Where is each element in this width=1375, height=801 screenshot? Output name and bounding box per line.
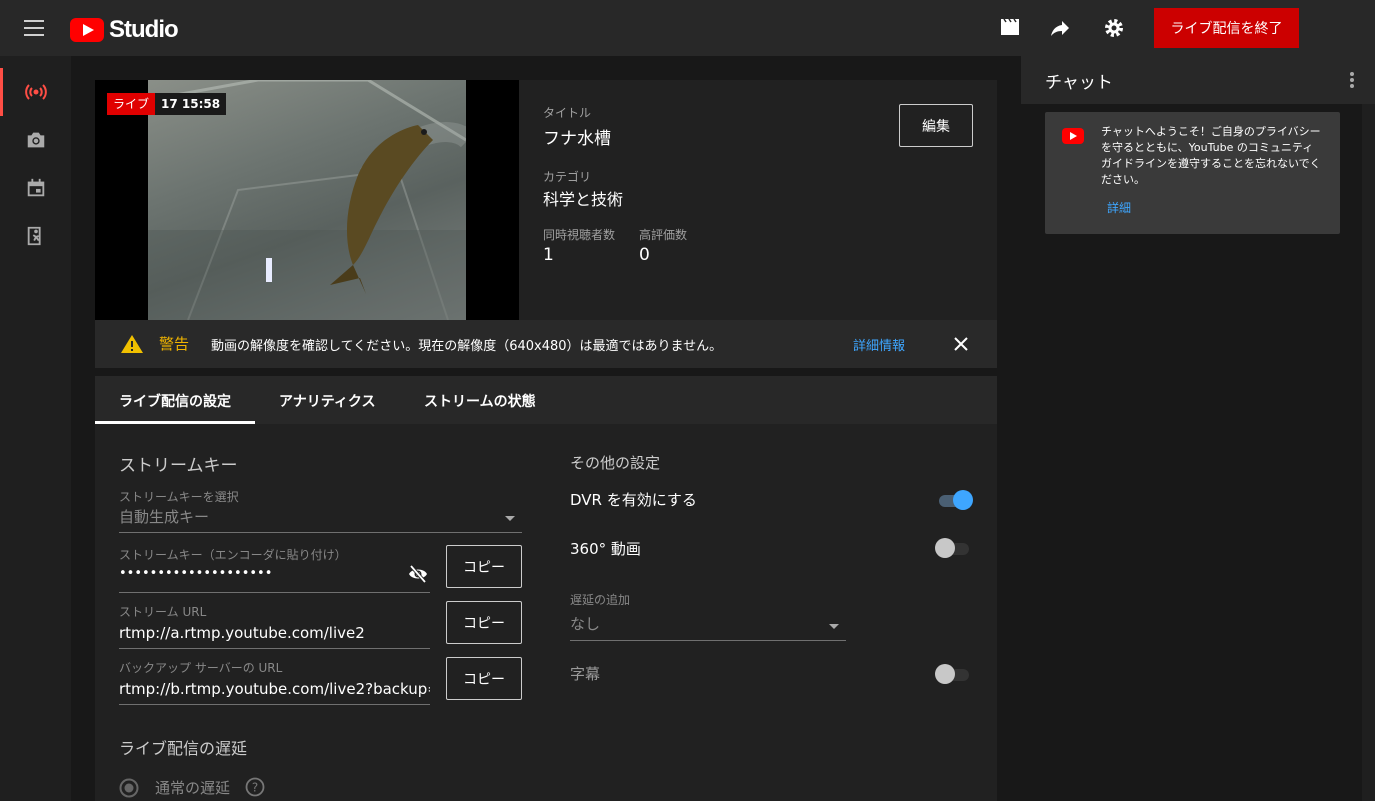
backup-url-label: バックアップ サーバーの URL (119, 661, 283, 675)
chat-welcome-text: チャットへようこそ！ご自身のプライバシーを守るとともに、YouTube のコミュ… (1101, 125, 1321, 186)
share-icon[interactable] (1048, 16, 1072, 40)
logo-text: Studio (109, 16, 179, 43)
more-options-icon[interactable] (1350, 72, 1354, 88)
copy-key-button[interactable]: コピー (446, 545, 522, 588)
clapperboard-icon[interactable] (998, 16, 1022, 40)
delay-underline (570, 640, 846, 641)
likes-count: 0 (639, 245, 650, 265)
stream-title: フナ水槽 (543, 129, 611, 149)
edit-button[interactable]: 編集 (899, 104, 973, 147)
nav-schedule[interactable] (0, 164, 71, 212)
warning-title: 警告 (159, 335, 190, 353)
video-360-toggle[interactable] (935, 536, 971, 560)
youtube-icon (1062, 128, 1084, 144)
nav-manage[interactable] (0, 212, 71, 260)
category-label: カテゴリ (543, 170, 592, 184)
warning-details-link[interactable]: 詳細情報 (853, 335, 905, 354)
video-frame (147, 80, 476, 320)
live-time: 17 15:58 (155, 93, 227, 115)
backup-underline (119, 704, 430, 705)
title-label: タイトル (543, 106, 592, 120)
fish-image (147, 80, 476, 320)
tab-analytics[interactable]: アナリティクス (279, 391, 375, 411)
chevron-down-icon[interactable] (505, 516, 515, 521)
gear-icon[interactable] (1102, 16, 1126, 40)
calendar-icon (27, 178, 44, 197)
captions-label: 字幕 (570, 665, 601, 683)
live-badge: ライブ 17 15:58 (107, 93, 227, 115)
chat-details-link[interactable]: 詳細 (1107, 199, 1131, 216)
other-settings-title: その他の設定 (570, 454, 661, 472)
latency-normal-radio[interactable] (119, 778, 139, 798)
stream-key-select-label: ストリームキーを選択 (119, 490, 239, 504)
warning-text: 動画の解像度を確認してください。現在の解像度（640x480）は最適ではありませ… (211, 339, 723, 354)
video-preview[interactable] (95, 80, 519, 320)
stream-key-label: ストリームキー（エンコーダに貼り付け） (119, 548, 347, 562)
dvr-label: DVR を有効にする (570, 491, 697, 509)
studio-logo[interactable]: Studio (70, 16, 179, 44)
viewers-label: 同時視聴者数 (543, 228, 616, 242)
stream-url-label: ストリーム URL (119, 605, 207, 619)
chat-title: チャット (1045, 73, 1113, 93)
active-tab-indicator (95, 421, 255, 424)
stream-url-field[interactable]: rtmp://a.rtmp.youtube.com/live2 (119, 624, 430, 642)
nav-live-stream[interactable] (0, 68, 71, 116)
latency-normal-label: 通常の遅延 (155, 779, 231, 797)
exit-door-icon (27, 226, 41, 246)
chat-scrollbar[interactable] (1362, 104, 1375, 801)
menu-icon[interactable] (24, 20, 44, 36)
key-underline (119, 592, 430, 593)
latency-section-title: ライブ配信の遅延 (119, 739, 248, 758)
stream-key-section-title: ストリームキー (119, 456, 238, 476)
stream-key-select[interactable]: 自動生成キー (119, 506, 499, 527)
chevron-down-icon[interactable] (829, 624, 839, 629)
warning-icon (121, 335, 143, 353)
delay-select[interactable]: なし (570, 613, 810, 634)
copy-url-button[interactable]: コピー (446, 601, 522, 644)
url-underline (119, 648, 430, 649)
copy-backup-button[interactable]: コピー (446, 657, 522, 700)
viewers-count: 1 (543, 245, 554, 265)
youtube-play-icon (70, 18, 104, 42)
tab-stream-health[interactable]: ストリームの状態 (424, 391, 536, 411)
svg-text:?: ? (252, 781, 258, 795)
video-360-label: 360° 動画 (570, 540, 641, 558)
stream-category: 科学と技術 (543, 190, 624, 209)
dvr-toggle[interactable] (937, 488, 973, 512)
live-label: ライブ (107, 93, 156, 115)
live-broadcast-icon (24, 84, 47, 100)
help-icon[interactable]: ? (245, 777, 265, 797)
close-icon[interactable] (953, 336, 969, 352)
end-stream-button[interactable]: ライブ配信を終了 (1154, 8, 1299, 48)
camera-icon (27, 132, 44, 148)
nav-webcam[interactable] (0, 116, 71, 164)
visibility-off-icon[interactable] (408, 565, 428, 583)
likes-label: 高評価数 (639, 228, 688, 242)
captions-toggle[interactable] (935, 662, 971, 686)
delay-label: 遅延の追加 (570, 593, 631, 607)
backup-url-field[interactable]: rtmp://b.rtmp.youtube.com/live2?backup=1 (119, 680, 430, 698)
stream-key-field[interactable]: •••••••••••••••••••• (119, 566, 404, 581)
select-underline (119, 532, 522, 533)
tab-stream-settings[interactable]: ライブ配信の設定 (119, 391, 231, 411)
